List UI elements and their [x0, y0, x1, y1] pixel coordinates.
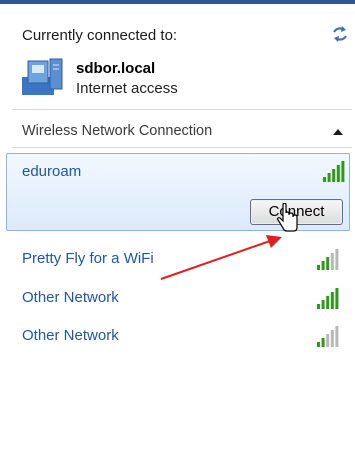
signal-bar	[317, 304, 320, 309]
connected-heading: Currently connected to:	[22, 27, 178, 44]
network-name-selected[interactable]: eduroam	[22, 163, 81, 180]
signal-bar	[321, 338, 325, 347]
network-item[interactable]: Other Network	[22, 327, 119, 344]
signal-bar	[323, 177, 326, 182]
signal-bar	[335, 326, 339, 347]
signal-bar	[332, 169, 336, 182]
signal-bar	[326, 257, 330, 270]
signal-bar	[336, 165, 340, 182]
network-computer-icon	[22, 58, 63, 95]
connection-name: sdbor.local	[76, 60, 156, 77]
refresh-icon[interactable]	[330, 24, 350, 44]
signal-bar	[321, 300, 325, 309]
network-item[interactable]: Other Network	[22, 289, 119, 306]
chevron-up-icon[interactable]	[332, 128, 344, 136]
signal-bar	[317, 265, 320, 270]
signal-bar	[326, 296, 330, 309]
divider	[12, 147, 352, 148]
mouse-pointer-icon	[276, 203, 298, 232]
signal-bar	[335, 249, 339, 270]
signal-bar	[330, 292, 334, 309]
signal-bar	[326, 334, 330, 347]
signal-bar	[330, 253, 334, 270]
signal-strength-icon	[317, 288, 339, 309]
network-item[interactable]: Pretty Fly for a WiFi	[22, 250, 154, 267]
divider	[12, 109, 352, 110]
window-top-border	[0, 0, 355, 4]
connection-status: Internet access	[76, 80, 178, 97]
signal-strength-icon	[317, 249, 339, 270]
signal-strength-icon	[323, 161, 345, 182]
signal-bar	[321, 261, 325, 270]
signal-bar	[327, 173, 331, 182]
wireless-section-title[interactable]: Wireless Network Connection	[22, 123, 212, 139]
signal-bar	[330, 330, 334, 347]
signal-bar	[335, 288, 339, 309]
signal-strength-icon	[317, 326, 339, 347]
signal-bar	[341, 161, 345, 182]
signal-bar	[317, 342, 320, 347]
